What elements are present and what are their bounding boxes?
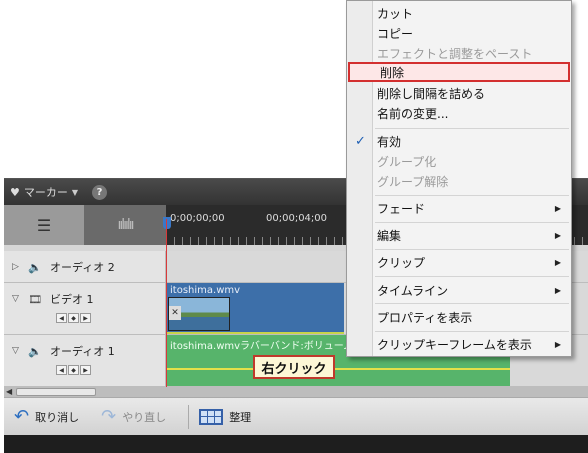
submenu-arrow-icon: ▶ — [554, 203, 561, 213]
submenu-arrow-icon: ▶ — [554, 285, 561, 295]
menu-item-show-properties[interactable]: プロパティを表示 — [347, 307, 571, 327]
track-name: ビデオ 1 — [50, 293, 94, 306]
track-header: ▽ 🎞 ビデオ 1 ◀ ◆ ▶ — [4, 283, 166, 334]
organize-label: 整理 — [229, 410, 252, 424]
menu-label: 削除し間隔を詰める — [377, 86, 486, 101]
playhead-line — [166, 219, 167, 389]
organize-button[interactable]: 整理 — [199, 408, 252, 425]
next-keyframe-button[interactable]: ▶ — [80, 365, 91, 375]
ruler-timecode: 00;00;04;00 — [266, 213, 328, 224]
menu-item-ripple-delete[interactable]: 削除し間隔を詰める — [347, 83, 571, 103]
track-name: オーディオ 1 — [50, 345, 115, 358]
menu-separator — [375, 222, 569, 223]
menu-label: エフェクトと調整をペースト — [377, 46, 533, 61]
menu-label: プロパティを表示 — [377, 310, 473, 325]
undo-button[interactable]: ↶ 取り消し — [14, 406, 79, 427]
playhead-handle[interactable] — [163, 217, 171, 229]
menu-label: 編集 — [377, 228, 402, 243]
expand-arrow-icon[interactable]: ▷ — [12, 262, 22, 272]
toolbar-divider — [188, 404, 190, 429]
menu-item-show-keyframes[interactable]: クリップキーフレームを表示 ▶ — [347, 334, 571, 354]
undo-label: 取り消し — [35, 410, 80, 424]
menu-item-clip[interactable]: クリップ ▶ — [347, 252, 571, 272]
clip-name: itoshima.wmv — [170, 285, 241, 296]
track-header: ▷ 🔈 オーディオ 2 — [4, 251, 166, 282]
menu-item-group: グループ化 — [347, 151, 571, 171]
add-keyframe-button[interactable]: ◆ — [68, 365, 79, 375]
right-click-callout: 右クリック — [253, 355, 335, 379]
menu-label: グループ化 — [377, 154, 437, 169]
checkmark-icon: ✓ — [355, 133, 366, 149]
redo-icon: ↷ — [101, 406, 117, 427]
film-icon[interactable]: 🎞 — [28, 293, 44, 306]
horizontal-scrollbar[interactable]: ◀ — [4, 387, 588, 397]
undo-icon: ↶ — [14, 406, 30, 427]
scroll-left-icon[interactable]: ◀ — [6, 387, 12, 396]
menu-label: カット — [377, 6, 414, 21]
prev-keyframe-button[interactable]: ◀ — [56, 365, 67, 375]
track-name: オーディオ 2 — [50, 261, 115, 274]
menu-item-paste-effects: エフェクトと調整をペースト — [347, 43, 571, 63]
speaker-icon[interactable]: 🔈 — [28, 261, 44, 274]
track-view-toggle-icon[interactable]: ☰ — [4, 205, 84, 245]
transition-marker-icon: ✕ — [169, 306, 181, 320]
prev-keyframe-button[interactable]: ◀ — [56, 313, 67, 323]
menu-item-fade[interactable]: フェード ▶ — [347, 198, 571, 218]
menu-separator — [375, 303, 569, 304]
marker-label: マーカー — [23, 186, 68, 199]
menu-item-delete[interactable]: 削除 — [348, 62, 570, 82]
help-button[interactable]: ? — [92, 184, 108, 200]
menu-label: フェード — [377, 201, 426, 216]
menu-item-edit[interactable]: 編集 ▶ — [347, 225, 571, 245]
menu-item-enable[interactable]: ✓ 有効 — [347, 131, 571, 151]
submenu-arrow-icon: ▶ — [554, 230, 561, 240]
clip-name: itoshima.wmvラバーバンド:ボリューム: — [170, 341, 357, 352]
menu-separator — [375, 331, 569, 332]
submenu-arrow-icon: ▶ — [554, 339, 561, 349]
menu-label: タイムライン — [377, 283, 449, 298]
redo-button[interactable]: ↷ やり直し — [101, 406, 166, 427]
next-keyframe-button[interactable]: ▶ — [80, 313, 91, 323]
keyframe-controls: ◀ ◆ ▶ — [56, 313, 91, 323]
menu-separator — [375, 249, 569, 250]
menu-label: コピー — [377, 26, 414, 41]
redo-label: やり直し — [122, 410, 167, 424]
submenu-arrow-icon: ▶ — [554, 257, 561, 267]
menu-item-copy[interactable]: コピー — [347, 23, 571, 43]
keyframe-controls: ◀ ◆ ▶ — [56, 365, 91, 375]
status-strip — [4, 435, 588, 453]
menu-label: クリップ — [377, 255, 426, 270]
menu-label: 名前の変更... — [377, 106, 449, 121]
grid-icon — [199, 408, 224, 425]
menu-separator — [375, 128, 569, 129]
chevron-down-icon: ▼ — [71, 187, 79, 197]
clip-thumbnail: ✕ — [168, 297, 230, 331]
add-keyframe-button[interactable]: ◆ — [68, 313, 79, 323]
ruler-timecode: 0;00;00;00 — [170, 213, 225, 224]
menu-item-ungroup: グループ解除 — [347, 171, 571, 191]
menu-label: 有効 — [377, 134, 402, 149]
collapse-arrow-icon[interactable]: ▽ — [12, 346, 22, 356]
speaker-icon[interactable]: 🔈 — [28, 345, 44, 358]
menu-label: クリップキーフレームを表示 — [377, 337, 532, 352]
context-menu: カット コピー エフェクトと調整をペースト 削除 削除し間隔を詰める 名前の変更… — [346, 0, 572, 357]
menu-item-timeline[interactable]: タイムライン ▶ — [347, 280, 571, 300]
marker-icon: ♥ — [10, 185, 20, 199]
menu-item-rename[interactable]: 名前の変更... — [347, 103, 571, 123]
waveform-view-icon[interactable]: ıılıılıı — [84, 205, 166, 245]
menu-item-cut[interactable]: カット — [347, 3, 571, 23]
scrollbar-thumb[interactable] — [16, 388, 96, 396]
bottom-toolbar: ↶ 取り消し ↷ やり直し 整理 — [4, 397, 588, 435]
collapse-arrow-icon[interactable]: ▽ — [12, 294, 22, 304]
menu-separator — [375, 276, 569, 277]
video-clip[interactable]: itoshima.wmv ✕ — [166, 283, 344, 334]
menu-label: 削除 — [380, 65, 405, 80]
volume-rubber-band[interactable] — [166, 368, 510, 370]
menu-label: グループ解除 — [377, 174, 449, 189]
marker-menu[interactable]: ♥ マーカー ▼ — [10, 184, 78, 200]
menu-separator — [375, 195, 569, 196]
track-header: ▽ 🔈 オーディオ 1 ◀ ◆ ▶ — [4, 335, 166, 386]
